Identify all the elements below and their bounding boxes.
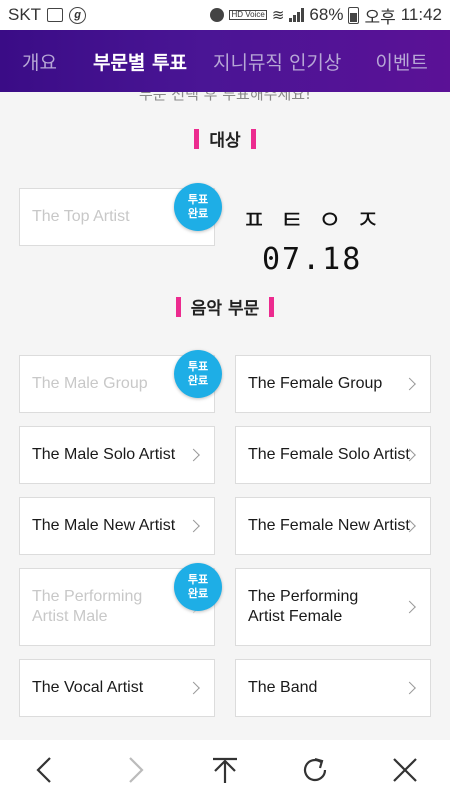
tab-overview[interactable]: 개요	[0, 48, 57, 75]
category-band[interactable]: The Band	[235, 659, 431, 717]
badge-line1: 투표	[187, 573, 209, 586]
vote-complete-badge: 투표 완료	[174, 350, 222, 398]
hd-voice-icon: HD Voice	[229, 10, 267, 20]
intro-text: 부문 선택 후 투표해주세요!	[138, 92, 312, 103]
category-label-line2: Artist Female	[248, 608, 343, 625]
category-label: The Male Group	[32, 375, 148, 392]
title-bar-right	[250, 128, 256, 149]
battery-icon	[348, 6, 360, 24]
close-icon	[393, 758, 417, 782]
clock: 11:42	[400, 5, 442, 24]
category-label: The Band	[248, 679, 318, 696]
chevron-right-icon	[403, 600, 416, 614]
badge-line1: 투표	[187, 193, 209, 206]
tab-event[interactable]: 이벤트	[341, 48, 427, 75]
category-label-line1: The Performing	[248, 588, 359, 605]
category-label: The Top Artist	[32, 208, 130, 225]
tab-bar: 개요 부문별 투표 지니뮤직 인기상 이벤트	[0, 30, 450, 92]
vote-content: 부문 선택 후 투표해주세요! 대상 The Top Artist 투표 완료 …	[0, 92, 450, 740]
category-label-line2: Artist Male	[32, 608, 108, 625]
category-female-solo[interactable]: The Female Solo Artist	[235, 426, 431, 484]
chevron-right-icon	[403, 377, 416, 391]
section-title-grand: 대상	[0, 126, 450, 151]
wifi-icon: ≋	[271, 7, 285, 24]
badge-line2: 완료	[187, 374, 209, 387]
category-female-new[interactable]: The Female New Artist	[235, 497, 431, 555]
handwritten-note-line2: 07.18	[262, 242, 363, 277]
refresh-icon	[303, 757, 327, 782]
category-label: The Female Solo Artist	[248, 446, 410, 463]
category-vocal[interactable]: The Vocal Artist	[19, 659, 215, 717]
chevron-right-icon	[403, 681, 416, 695]
signal-icon	[289, 8, 305, 22]
tab-vote-by-category[interactable]: 부문별 투표	[57, 48, 187, 75]
category-label: The Male New Artist	[32, 517, 176, 534]
scroll-top-button[interactable]	[205, 750, 245, 790]
badge-line1: 투표	[187, 360, 209, 373]
category-label: The Female New Artist	[248, 517, 410, 534]
title-bar-right	[269, 296, 275, 317]
category-male-solo[interactable]: The Male Solo Artist	[19, 426, 215, 484]
category-label: The Female Group	[248, 375, 383, 392]
forward-arrow-icon	[129, 757, 144, 783]
category-label: The Vocal Artist	[32, 679, 144, 696]
battery-percent: 68%	[309, 5, 344, 24]
chevron-right-icon	[187, 448, 200, 462]
refresh-button[interactable]	[295, 750, 335, 790]
back-button[interactable]	[25, 750, 65, 790]
category-performing-female[interactable]: The Performing Artist Female	[235, 568, 431, 646]
section-title-music: 음악 부문	[0, 294, 450, 319]
title-bar-left	[194, 128, 200, 149]
category-label: The Male Solo Artist	[32, 446, 176, 463]
handwritten-note-line1: ㅍㅌㅇㅈ	[242, 206, 394, 236]
category-female-group[interactable]: The Female Group	[235, 355, 431, 413]
back-arrow-icon	[36, 757, 51, 783]
title-bar-left	[175, 296, 181, 317]
status-bar: SKT g HD Voice ≋ 68% 오후 11:42	[0, 0, 450, 30]
section-title-music-label: 음악 부문	[190, 299, 260, 319]
browser-bottom-nav	[0, 740, 450, 800]
close-button[interactable]	[385, 750, 425, 790]
chevron-right-icon	[187, 681, 200, 695]
alarm-icon	[210, 8, 225, 22]
gallery-notification-icon	[47, 8, 64, 22]
vote-complete-badge: 투표 완료	[174, 183, 222, 231]
category-label-line1: The Performing	[32, 588, 143, 605]
badge-line2: 완료	[187, 587, 209, 600]
badge-line2: 완료	[187, 207, 209, 220]
category-male-new[interactable]: The Male New Artist	[19, 497, 215, 555]
scroll-top-icon	[213, 757, 237, 783]
vote-complete-badge: 투표 완료	[174, 563, 222, 611]
section-title-grand-label: 대상	[209, 131, 241, 151]
chevron-right-icon	[187, 519, 200, 533]
g-app-notification-icon: g	[69, 6, 87, 24]
forward-button[interactable]	[115, 750, 155, 790]
category-label: The Performing Artist Male	[32, 587, 142, 627]
carrier-label: SKT	[8, 5, 42, 24]
category-label: The Performing Artist Female	[248, 587, 358, 627]
ampm-label: 오후	[364, 7, 396, 27]
tab-genie-popularity[interactable]: 지니뮤직 인기상	[187, 48, 341, 75]
